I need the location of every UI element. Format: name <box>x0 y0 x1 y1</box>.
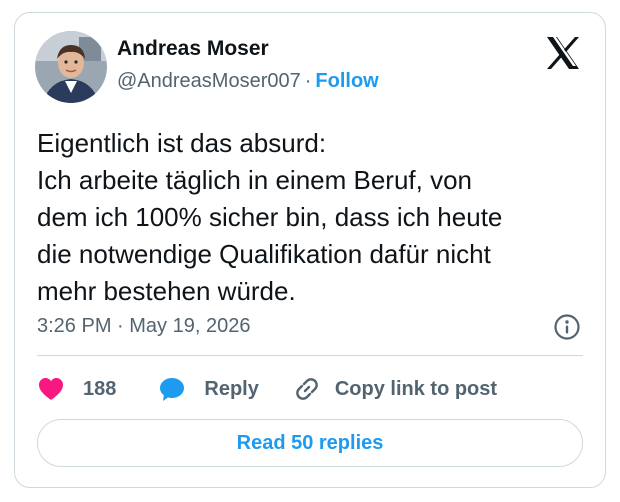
speech-bubble-icon <box>158 375 186 403</box>
like-count: 188 <box>83 377 117 400</box>
read-replies-button[interactable]: Read 50 replies <box>37 419 583 467</box>
author-handle-row: @AndreasMoser007 · Follow <box>117 70 379 93</box>
reply-button[interactable]: Reply <box>158 375 259 403</box>
tweet-line: Eigentlich ist das absurd: <box>37 128 327 158</box>
tweet-text: Eigentlich ist das absurd: Ich arbeite t… <box>37 125 597 310</box>
tweet-line: dem ich 100% sicher bin, dass ich heute <box>37 202 503 232</box>
author-handle[interactable]: @AndreasMoser007 <box>117 70 301 92</box>
tweet-card: Andreas Moser @AndreasMoser007 · Follow Ei… <box>14 12 606 488</box>
follow-button[interactable]: Follow <box>315 70 378 92</box>
like-button[interactable]: 188 <box>37 376 116 402</box>
x-logo-icon[interactable] <box>545 35 581 71</box>
tweet-line: die notwendige Qualifikation dafür nicht <box>37 239 491 269</box>
link-icon <box>293 375 321 403</box>
avatar-image <box>35 31 107 103</box>
tweet-line: Ich arbeite täglich in einem Beruf, von <box>37 165 473 195</box>
handle-separator: · <box>304 70 312 92</box>
avatar[interactable] <box>35 31 107 103</box>
info-icon[interactable] <box>553 313 581 341</box>
copy-link-label: Copy link to post <box>334 377 498 400</box>
tweet-timestamp[interactable]: 3:26 PM · May 19, 2026 <box>37 315 250 338</box>
reply-label: Reply <box>204 377 259 400</box>
tweet-line: mehr bestehen würde. <box>37 276 296 306</box>
author-name[interactable]: Andreas Moser <box>117 37 269 61</box>
copy-link-button[interactable]: Copy link to post <box>293 375 497 403</box>
divider <box>37 355 583 356</box>
action-bar: 188 Reply Copy link to post <box>37 373 497 405</box>
heart-icon <box>37 376 65 402</box>
